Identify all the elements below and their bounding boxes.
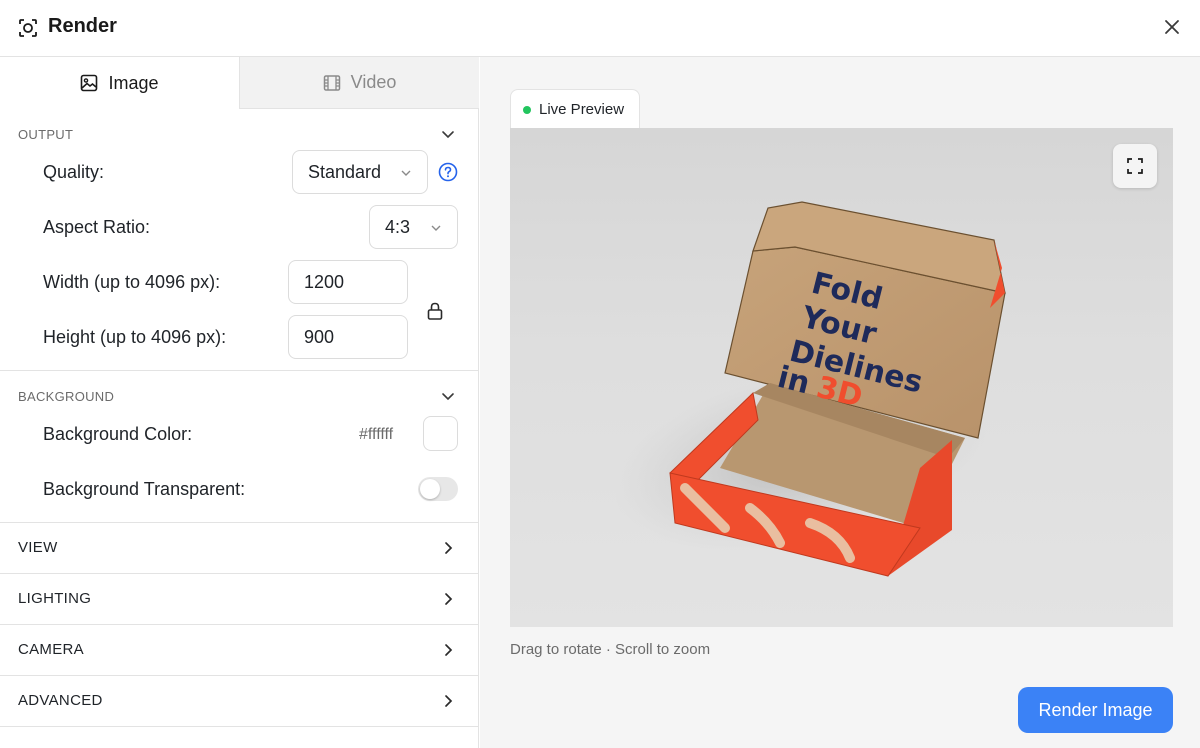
- chevron-down-icon[interactable]: [440, 126, 456, 142]
- lock-icon[interactable]: [426, 301, 444, 321]
- height-label: Height (up to 4096 px):: [43, 327, 227, 347]
- section-camera-label: CAMERA: [18, 641, 84, 658]
- aspect-ratio-label: Aspect Ratio:: [43, 217, 151, 237]
- chevron-right-icon: [445, 542, 453, 554]
- tab-image[interactable]: Image: [0, 57, 239, 109]
- fullscreen-button[interactable]: [1113, 144, 1157, 188]
- fullscreen-icon: [1127, 158, 1143, 174]
- chevron-down-icon: [431, 225, 441, 231]
- quality-select[interactable]: Standard: [292, 150, 428, 194]
- render-focus-icon: [19, 19, 37, 37]
- preview-hint: Drag to rotate · Scroll to zoom: [510, 641, 711, 658]
- chevron-right-icon: [445, 593, 453, 605]
- background-transparent-toggle[interactable]: [418, 477, 458, 501]
- width-input[interactable]: 1200: [288, 260, 408, 304]
- live-status-dot: [523, 105, 531, 114]
- dialog-title: Render: [48, 15, 117, 37]
- section-view-label: VIEW: [18, 539, 58, 556]
- live-preview-label: Live Preview: [539, 101, 625, 118]
- section-lighting[interactable]: LIGHTING: [0, 574, 479, 625]
- chevron-right-icon: [445, 695, 453, 707]
- box-3d-render: Fold Your Dielines in 3D: [613, 201, 1006, 577]
- chevron-right-icon: [445, 644, 453, 656]
- preview-viewport[interactable]: Fold Your Dielines in 3D: [510, 128, 1173, 627]
- background-color-swatch[interactable]: [423, 416, 458, 451]
- output-section-label: OUTPUT: [18, 127, 74, 142]
- live-preview-tab: Live Preview: [510, 89, 640, 129]
- section-lighting-label: LIGHTING: [18, 590, 92, 607]
- quality-label: Quality:: [43, 162, 105, 182]
- chevron-down-icon: [401, 170, 411, 176]
- settings-panel: Image Video OUTPUT Quality: Standard Asp…: [0, 57, 479, 748]
- film-icon: [323, 74, 340, 91]
- section-view[interactable]: VIEW: [0, 523, 479, 574]
- tab-image-label: Image: [108, 72, 159, 93]
- preview-panel: Live Preview Fold Your Dielines in 3D Dr…: [480, 57, 1200, 748]
- help-icon[interactable]: [438, 162, 458, 182]
- mode-tabs: Image Video: [0, 57, 479, 109]
- background-color-label: Background Color:: [43, 424, 193, 444]
- quality-value: Standard: [308, 161, 382, 182]
- chevron-down-icon[interactable]: [440, 388, 456, 404]
- section-divider: [0, 370, 479, 371]
- toggle-knob: [420, 479, 440, 499]
- background-color-value: #ffffff: [359, 426, 394, 443]
- aspect-ratio-select[interactable]: 4:3: [369, 205, 458, 249]
- width-label: Width (up to 4096 px):: [43, 272, 221, 292]
- aspect-ratio-value: 4:3: [385, 216, 411, 237]
- background-transparent-label: Background Transparent:: [43, 479, 246, 499]
- section-camera[interactable]: CAMERA: [0, 625, 479, 676]
- close-icon[interactable]: [1162, 17, 1182, 37]
- section-advanced-label: ADVANCED: [18, 692, 103, 709]
- section-advanced[interactable]: ADVANCED: [0, 676, 479, 727]
- image-icon: [81, 74, 98, 92]
- tab-video[interactable]: Video: [239, 57, 479, 109]
- background-section-label: BACKGROUND: [18, 389, 115, 404]
- tab-video-label: Video: [350, 72, 397, 92]
- dialog-header: Render: [0, 0, 1200, 57]
- render-image-button[interactable]: Render Image: [1018, 687, 1173, 733]
- height-input[interactable]: 900: [288, 315, 408, 359]
